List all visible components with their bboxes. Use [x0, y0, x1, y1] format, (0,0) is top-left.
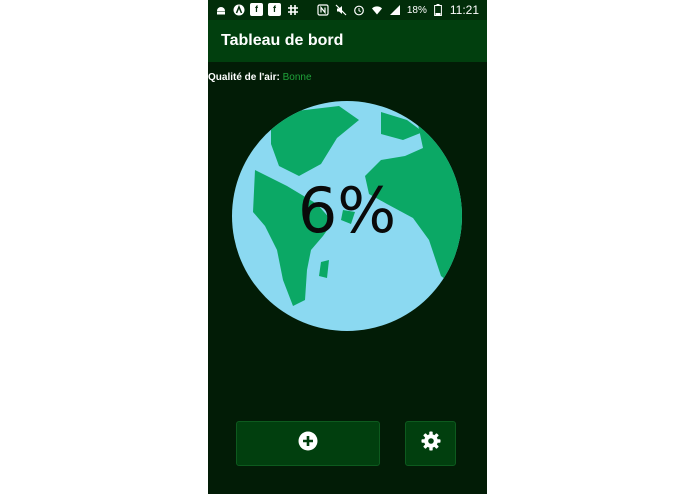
arch-icon — [232, 3, 245, 16]
air-quality-value: Bonne — [282, 72, 312, 83]
slack-icon — [286, 3, 299, 16]
page-title: Tableau de bord — [221, 32, 344, 49]
air-quality-status: Qualité de l'air: Bonne — [208, 72, 312, 83]
gear-icon — [421, 431, 441, 456]
nfc-icon — [317, 4, 330, 17]
system-icons: 18% 11:21 — [317, 3, 479, 17]
app-screen: f f 18% 11:21 Tableau de bord Qualité de… — [208, 0, 487, 494]
air-quality-percentage: 6% — [297, 174, 397, 247]
battery-level: 18% — [406, 4, 427, 16]
alarm-icon — [353, 4, 366, 17]
battery-icon — [432, 4, 445, 17]
signal-icon — [389, 4, 402, 17]
android-icon — [214, 3, 227, 16]
air-quality-label: Qualité de l'air: — [208, 72, 280, 83]
add-button[interactable] — [236, 421, 380, 466]
status-bar: f f 18% 11:21 — [208, 0, 487, 20]
plus-circle-icon — [298, 431, 318, 456]
settings-button[interactable] — [405, 421, 456, 466]
app-bar: Tableau de bord — [208, 20, 487, 62]
clock: 11:21 — [449, 3, 479, 17]
wifi-icon — [371, 4, 384, 17]
facebook-icon: f — [268, 3, 281, 16]
facebook-icon: f — [250, 3, 263, 16]
notification-icons: f f — [214, 3, 299, 16]
mute-icon — [335, 4, 348, 17]
